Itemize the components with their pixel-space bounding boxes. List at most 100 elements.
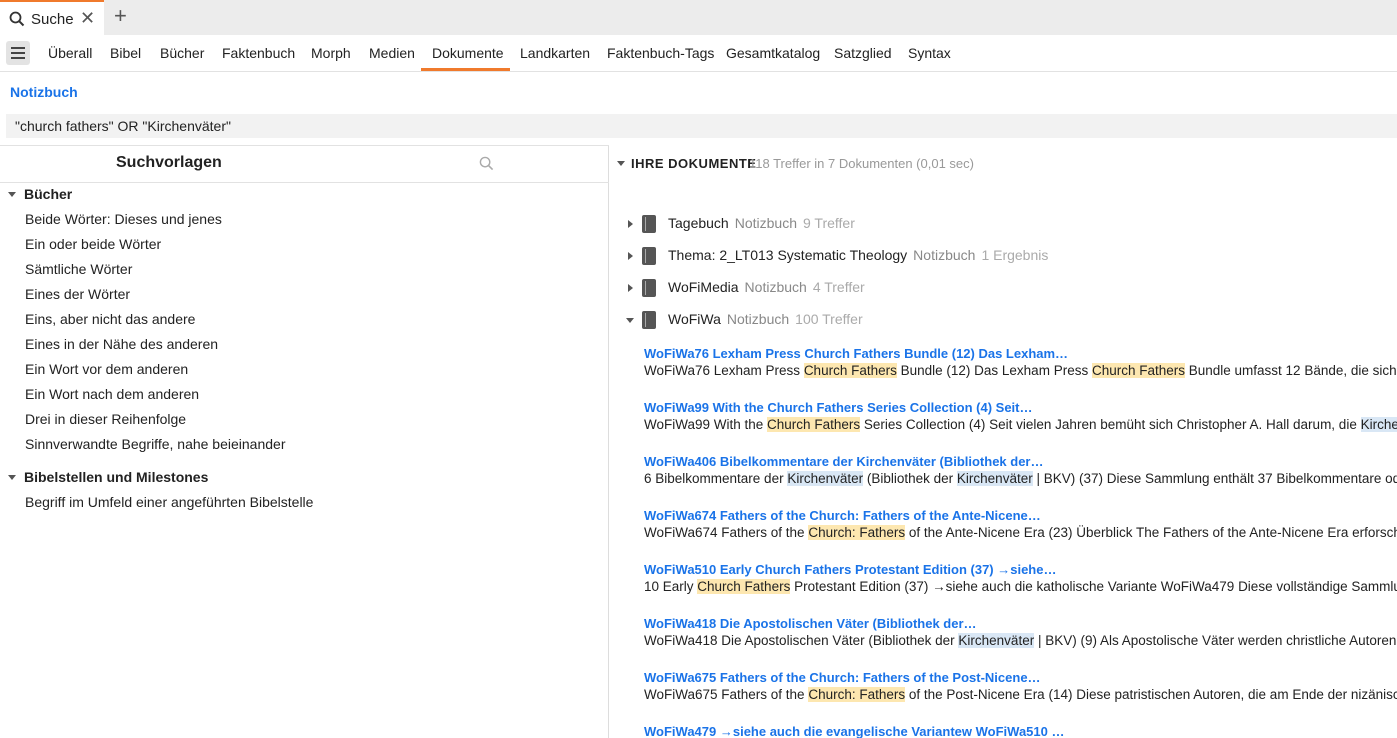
snippet-text: Bundle umfasst 12 Bände, die sich auf da… (1188, 363, 1397, 378)
template-item[interactable]: Eins, aber nicht das andere (25, 311, 195, 327)
scope-link[interactable]: Notizbuch (10, 84, 78, 100)
hit-snippet: WoFiWa99 With the Church Fathers Series … (644, 417, 1397, 436)
search-term-highlight: Kirchenväter (787, 471, 864, 486)
document-type: Notizbuch (913, 247, 976, 263)
nav-item-bibel[interactable]: Bibel (110, 45, 141, 61)
hit-snippet: 6 Bibelkommentare der Kirchenväter (Bibl… (644, 471, 1397, 490)
nav-item-medien[interactable]: Medien (369, 45, 415, 61)
search-term-highlight: Church: Fathers (808, 525, 906, 540)
hit-snippet: WoFiWa418 Die Apostolischen Väter (Bibli… (644, 633, 1397, 652)
snippet-text: Protestant Edition (37) →siehe auch die … (790, 579, 1397, 594)
hit-item: WoFiWa675 Fathers of the Church: Fathers… (644, 670, 1397, 706)
snippet-text: of the Post-Nicene Era (14) Diese patris… (905, 687, 1397, 702)
template-item[interactable]: Ein Wort vor dem anderen (25, 361, 188, 377)
hit-title-link[interactable]: WoFiWa406 Bibelkommentare der Kirchenvät… (644, 454, 1397, 471)
hit-item: WoFiWa674 Fathers of the Church: Fathers… (644, 508, 1397, 544)
snippet-text: 10 Early (644, 579, 698, 594)
snippet-text: 6 Bibelkommentare der (644, 471, 788, 486)
template-item[interactable]: Ein oder beide Wörter (25, 236, 161, 252)
search-term-highlight: Church Fathers (803, 363, 897, 378)
snippet-text: (Bibliothek der (863, 471, 957, 486)
templates-header: Suchvorlagen (0, 145, 609, 183)
nav-item-uberall[interactable]: Überall (48, 45, 92, 61)
hit-title-link[interactable]: WoFiWa479 →siehe auch die evangelische V… (644, 724, 1397, 738)
hit-item: WoFiWa76 Lexham Press Church Fathers Bun… (644, 346, 1397, 382)
hit-title-link[interactable]: WoFiWa510 Early Church Fathers Protestan… (644, 562, 1397, 579)
template-item[interactable]: Sämtliche Wörter (25, 261, 132, 277)
hit-item: WoFiWa99 With the Church Fathers Series … (644, 400, 1397, 436)
template-item[interactable]: Eines der Wörter (25, 286, 130, 302)
hit-title-link[interactable]: WoFiWa99 With the Church Fathers Series … (644, 400, 1397, 417)
search-term-highlight: Church Fathers (697, 579, 791, 594)
hit-item: WoFiWa406 Bibelkommentare der Kirchenvät… (644, 454, 1397, 490)
menu-icon[interactable] (6, 41, 30, 65)
nav-item-syntax[interactable]: Syntax (908, 45, 951, 61)
document-title: Thema: 2_LT013 Systematic Theology (668, 247, 908, 263)
snippet-text: WoFiWa99 With the (644, 417, 768, 432)
search-icon[interactable] (479, 156, 494, 171)
hit-snippet: WoFiWa675 Fathers of the Church: Fathers… (644, 687, 1397, 706)
document-count: 1 Ergebnis (981, 247, 1049, 263)
nav-item-faktenbuch[interactable]: Faktenbuch (222, 45, 295, 61)
snippet-text: | BKV) (37) Diese Sammlung enthält 37 Bi… (1032, 471, 1397, 486)
new-tab-icon[interactable]: + (114, 4, 127, 28)
tab-suche[interactable]: Suche ✕ (0, 0, 104, 35)
results-heading: IHRE DOKUMENTE (631, 156, 757, 171)
chevron-right-icon[interactable] (628, 252, 633, 260)
hit-title-link[interactable]: WoFiWa675 Fathers of the Church: Fathers… (644, 670, 1397, 687)
notebook-icon (642, 279, 656, 297)
document-title: WoFiWa (668, 311, 721, 327)
document-type: Notizbuch (726, 311, 790, 327)
template-item[interactable]: Begriff im Umfeld einer angeführten Bibe… (25, 494, 313, 510)
chevron-right-icon[interactable] (628, 220, 633, 228)
template-item[interactable]: Ein Wort nach dem anderen (25, 386, 199, 402)
nav-item-landkarten[interactable]: Landkarten (520, 45, 590, 61)
hit-title-link[interactable]: WoFiWa418 Die Apostolischen Väter (Bibli… (644, 616, 1397, 633)
chevron-right-icon[interactable] (628, 284, 633, 292)
document-title: Tagebuch (668, 215, 729, 231)
tab-strip: Suche ✕ + (0, 0, 1397, 35)
active-tab-indicator (421, 68, 510, 71)
search-term-highlight: Kirchenväter (958, 633, 1035, 648)
nav-item-gesamtkatalog[interactable]: Gesamtkatalog (726, 45, 820, 61)
close-icon[interactable]: ✕ (80, 8, 95, 28)
results-panel: IHRE DOKUMENTE 118 Treffer in 7 Dokument… (610, 145, 1397, 738)
document-count: 9 Treffer (802, 215, 855, 231)
search-templates-panel: Suchvorlagen Bücher Beide Wörter: Dieses… (0, 145, 609, 738)
nav-item-satzglied[interactable]: Satzglied (834, 45, 892, 61)
group-bucher[interactable]: Bücher (24, 186, 72, 202)
snippet-text: | BKV) (9) Als Apostolische Väter werden… (1034, 633, 1397, 648)
snippet-text: Series Collection (4) Seit vielen Jahren… (860, 417, 1361, 432)
snippet-text: of the Ante-Nicene Era (23) Überblick Th… (905, 525, 1397, 540)
document-count: 100 Treffer (795, 311, 863, 327)
search-term-highlight: Kirchenvät (1360, 417, 1397, 432)
hit-item: WoFiWa418 Die Apostolischen Väter (Bibli… (644, 616, 1397, 652)
search-term-highlight: Kirchenväter (956, 471, 1033, 486)
chevron-down-icon[interactable] (8, 475, 16, 480)
nav-item-morph[interactable]: Morph (311, 45, 351, 61)
search-input[interactable]: "church fathers" OR "Kirchenväter" (6, 114, 1397, 138)
hit-item: WoFiWa510 Early Church Fathers Protestan… (644, 562, 1397, 598)
snippet-text: WoFiWa76 Lexham Press (644, 363, 804, 378)
notebook-icon (642, 215, 656, 233)
group-bibelstellen[interactable]: Bibelstellen und Milestones (24, 469, 208, 485)
template-item[interactable]: Eines in der Nähe des anderen (25, 336, 218, 352)
template-item[interactable]: Sinnverwandte Begriffe, nahe beieinander (25, 436, 285, 452)
nav-item-faktenbuch-tags[interactable]: Faktenbuch-Tags (607, 45, 714, 61)
snippet-text: Bundle (12) Das Lexham Press (896, 363, 1092, 378)
nav-item-bucher[interactable]: Bücher (160, 45, 204, 61)
hit-snippet: WoFiWa76 Lexham Press Church Fathers Bun… (644, 363, 1397, 382)
results-stats: 118 Treffer in 7 Dokumenten (0,01 sec) (749, 156, 974, 171)
hit-title-link[interactable]: WoFiWa674 Fathers of the Church: Fathers… (644, 508, 1397, 525)
hit-title-link[interactable]: WoFiWa76 Lexham Press Church Fathers Bun… (644, 346, 1397, 363)
chevron-down-icon[interactable] (626, 318, 634, 323)
snippet-text: WoFiWa675 Fathers of the (644, 687, 809, 702)
template-item[interactable]: Drei in dieser Reihenfolge (25, 411, 186, 427)
template-item[interactable]: Beide Wörter: Dieses und jenes (25, 211, 222, 227)
chevron-down-icon[interactable] (617, 161, 625, 166)
chevron-down-icon[interactable] (8, 192, 16, 197)
document-count: 4 Treffer (812, 279, 865, 295)
search-term-highlight: Church Fathers (1091, 363, 1185, 378)
tab-label: Suche (31, 11, 74, 28)
nav-item-dokumente[interactable]: Dokumente (432, 45, 504, 61)
